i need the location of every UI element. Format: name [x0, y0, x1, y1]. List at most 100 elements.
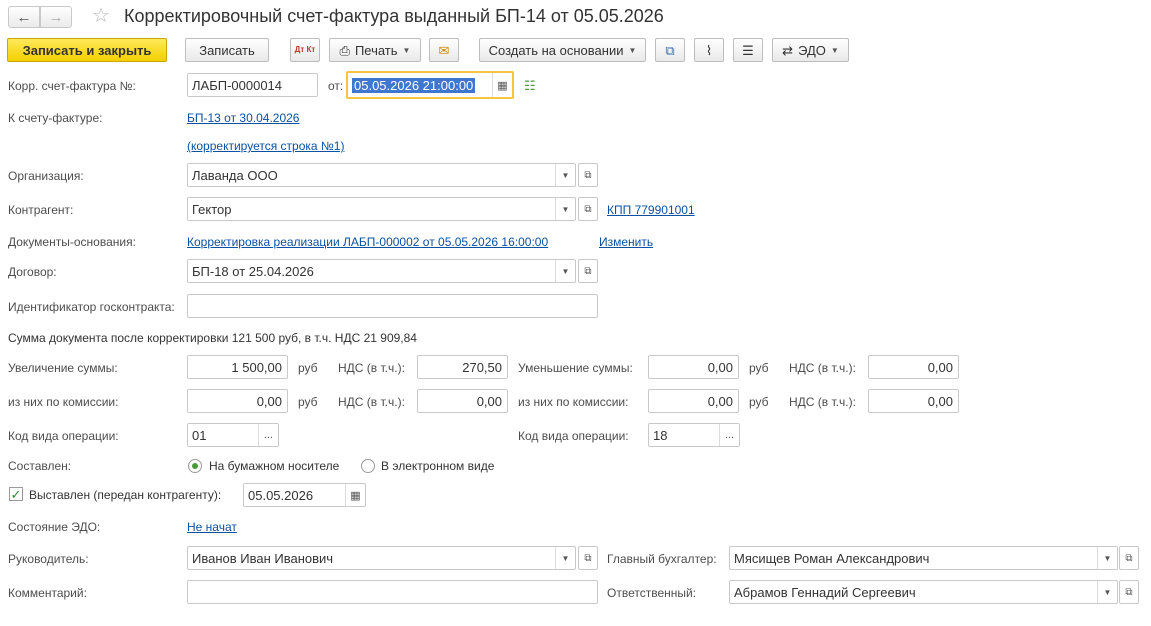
chevron-down-icon[interactable]: ▼ [1097, 547, 1117, 569]
forward-button[interactable]: → [40, 6, 72, 28]
save-and-close-button[interactable]: Записать и закрыть [7, 38, 167, 62]
commission-decrease-field[interactable]: 0,00 [648, 389, 739, 413]
paperclip-icon: ⌇ [705, 42, 713, 58]
vat-label: НДС (в т.ч.): [789, 361, 856, 375]
issued-checkbox[interactable]: ✓ [9, 487, 23, 501]
sum-after-correction-text: Сумма документа после корректировки 121 … [8, 331, 417, 345]
open-contract-icon[interactable]: ⧉ [578, 259, 598, 283]
to-invoice-link[interactable]: БП-13 от 30.04.2026 [187, 111, 299, 125]
chevron-down-icon[interactable]: ▼ [555, 260, 575, 282]
increase-value: 1 500,00 [231, 359, 282, 375]
decrease-field[interactable]: 0,00 [648, 355, 739, 379]
op-code-label: Код вида операции: [518, 429, 629, 443]
edo-state-link[interactable]: Не начат [187, 520, 237, 534]
responsible-label: Ответственный: [607, 586, 697, 600]
comment-field[interactable] [187, 580, 598, 604]
electronic-radio[interactable] [361, 459, 375, 473]
arrow-left-icon: ← [16, 8, 32, 26]
email-button[interactable]: ✉ [429, 38, 459, 62]
contract-value: БП-18 от 25.04.2026 [192, 263, 314, 279]
commission-increase-vat-value: 0,00 [476, 393, 502, 409]
issued-date-field[interactable]: 05.05.2026 ▦ [243, 483, 366, 507]
history-icon[interactable]: ☷ [524, 78, 536, 94]
chevron-down-icon[interactable]: ▼ [555, 164, 575, 186]
responsible-field[interactable]: Абрамов Геннадий Сергеевич ▼ [729, 580, 1118, 604]
open-counterparty-icon[interactable]: ⧉ [578, 197, 598, 221]
contract-field[interactable]: БП-18 от 25.04.2026 ▼ [187, 259, 576, 283]
commission-decrease-value: 0,00 [707, 393, 733, 409]
paper-radio-label[interactable]: На бумажном носителе [209, 459, 339, 473]
calendar-icon[interactable]: ▦ [345, 484, 365, 506]
currency-label: руб [749, 361, 769, 375]
structure-button[interactable]: ⧉ [655, 38, 685, 62]
organization-field[interactable]: Лаванда ООО ▼ [187, 163, 576, 187]
vat-label: НДС (в т.ч.): [338, 395, 405, 409]
paper-radio[interactable] [188, 459, 202, 473]
counterparty-value: Гектор [192, 201, 232, 217]
corr-invoice-number-value: ЛАБП-0000014 [192, 77, 283, 93]
from-date-value: 05.05.2026 21:00:00 [352, 77, 476, 93]
currency-label: руб [749, 395, 769, 409]
edo-button[interactable]: ⇄ ЭДО ▼ [772, 38, 849, 62]
attach-button[interactable]: ⌇ [694, 38, 724, 62]
commission-increase-vat-field[interactable]: 0,00 [417, 389, 508, 413]
report-button[interactable]: ☰ [733, 38, 763, 62]
increase-vat-field[interactable]: 270,50 [417, 355, 508, 379]
decrease-label: Уменьшение суммы: [518, 361, 633, 375]
change-link[interactable]: Изменить [599, 235, 653, 249]
electronic-radio-label[interactable]: В электронном виде [381, 459, 494, 473]
organization-label: Организация: [8, 169, 84, 183]
corrected-line-link[interactable]: (корректируется строка №1) [187, 139, 344, 153]
corr-invoice-number-field[interactable]: ЛАБП-0000014 [187, 73, 318, 97]
base-docs-link[interactable]: Корректировка реализации ЛАБП-000002 от … [187, 235, 548, 249]
head-field[interactable]: Иванов Иван Иванович ▼ [187, 546, 576, 570]
decrease-vat-field[interactable]: 0,00 [868, 355, 959, 379]
contract-label: Договор: [8, 265, 57, 279]
chief-accountant-field[interactable]: Мясищев Роман Александрович ▼ [729, 546, 1118, 570]
select-ellipsis-icon[interactable]: ... [258, 424, 278, 446]
favorite-star-icon[interactable]: ☆ [92, 4, 110, 28]
increase-label: Увеличение суммы: [8, 361, 118, 375]
open-organization-icon[interactable]: ⧉ [578, 163, 598, 187]
kpp-link[interactable]: КПП 779901001 [607, 203, 695, 217]
increase-field[interactable]: 1 500,00 [187, 355, 288, 379]
issued-label: Выставлен (передан контрагенту): [29, 488, 222, 502]
open-responsible-icon[interactable]: ⧉ [1119, 580, 1139, 604]
open-chief-accountant-icon[interactable]: ⧉ [1119, 546, 1139, 570]
counterparty-field[interactable]: Гектор ▼ [187, 197, 576, 221]
arrow-right-icon: → [48, 8, 64, 26]
back-button[interactable]: ← [8, 6, 40, 28]
dt-kt-icon[interactable]: Дт Кт [290, 38, 320, 62]
structure-icon: ⧉ [665, 42, 675, 58]
open-head-icon[interactable]: ⧉ [578, 546, 598, 570]
envelope-icon: ✉ [438, 42, 450, 58]
commission-increase-field[interactable]: 0,00 [187, 389, 288, 413]
op-code-left-field[interactable]: 01 ... [187, 423, 279, 447]
page-title: Корректировочный счет-фактура выданный Б… [124, 6, 664, 26]
select-ellipsis-icon[interactable]: ... [719, 424, 739, 446]
gov-contract-field[interactable] [187, 294, 598, 318]
op-code-right-value: 18 [653, 427, 668, 443]
chevron-down-icon[interactable]: ▼ [1097, 581, 1117, 603]
commission-decrease-vat-value: 0,00 [927, 393, 953, 409]
op-code-left-value: 01 [192, 427, 207, 443]
currency-label: руб [298, 361, 318, 375]
op-code-right-field[interactable]: 18 ... [648, 423, 740, 447]
commission-increase-value: 0,00 [256, 393, 282, 409]
calendar-icon[interactable]: ▦ [492, 73, 512, 97]
chevron-down-icon[interactable]: ▼ [555, 198, 575, 220]
chevron-down-icon: ▼ [830, 45, 839, 55]
save-button[interactable]: Записать [185, 38, 269, 62]
edo-state-label: Состояние ЭДО: [8, 520, 101, 534]
create-based-on-button[interactable]: Создать на основании ▼ [479, 38, 646, 62]
chevron-down-icon: ▼ [402, 45, 411, 55]
commission-decrease-vat-field[interactable]: 0,00 [868, 389, 959, 413]
base-docs-label: Документы-основания: [8, 235, 136, 249]
responsible-value: Абрамов Геннадий Сергеевич [734, 584, 916, 600]
edo-label: ЭДО [798, 42, 826, 58]
printer-icon: ⎙ [339, 42, 350, 58]
edo-icon: ⇄ [782, 42, 794, 58]
print-button[interactable]: ⎙ Печать ▼ [329, 38, 421, 62]
from-date-field[interactable]: 05.05.2026 21:00:00 ▦ [346, 71, 514, 99]
chevron-down-icon[interactable]: ▼ [555, 547, 575, 569]
